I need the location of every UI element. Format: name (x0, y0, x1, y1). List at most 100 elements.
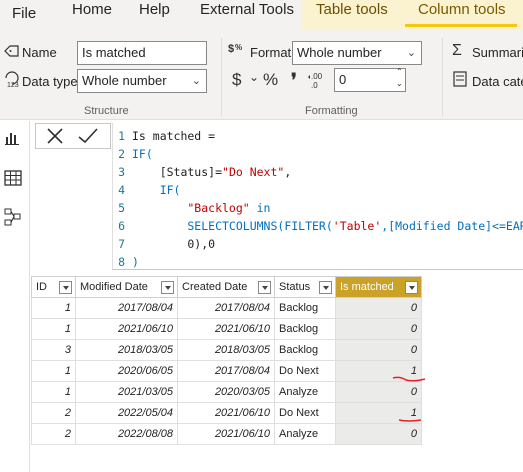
table-cell[interactable]: Analyze (274, 381, 336, 403)
table-cell[interactable]: Do Next (274, 402, 336, 424)
table-cell[interactable]: 2017/08/04 (177, 360, 275, 382)
active-tab-indicator (405, 24, 517, 27)
line-number: 8 (118, 255, 125, 269)
filter-dropdown-icon[interactable] (405, 281, 418, 294)
data-category-label[interactable]: Data cate (472, 74, 523, 89)
table-cell[interactable]: Do Next (274, 360, 336, 382)
table-cell[interactable]: 2021/06/10 (177, 423, 275, 445)
svg-text:%: % (235, 43, 242, 52)
table-cell[interactable]: Backlog (274, 297, 336, 319)
tab-table-tools[interactable]: Table tools (316, 0, 388, 24)
table-cell[interactable]: 0 (335, 339, 422, 361)
table-cell[interactable]: 2021/03/05 (75, 381, 178, 403)
format-select[interactable]: Whole number ⌄ (292, 41, 422, 65)
table-cell[interactable]: Analyze (274, 423, 336, 445)
ribbon-separator (221, 38, 222, 116)
formula-line: 5 "Backlog" in (113, 199, 523, 217)
column-header-label: Status (279, 281, 311, 293)
formula-line: 3 [Status]="Do Next", (113, 163, 523, 181)
tag-icon (4, 44, 20, 61)
spinner-down-icon[interactable]: ⌄ (396, 78, 403, 90)
table-cell[interactable]: 0 (335, 297, 422, 319)
column-header-status[interactable]: Status (274, 276, 336, 298)
table-header-row: ID Modified Date Created Date Status Is … (31, 276, 422, 298)
table-cell[interactable]: 0 (335, 381, 422, 403)
table-cell[interactable]: 2021/06/10 (177, 402, 275, 424)
currency-icon[interactable]: $ (232, 70, 241, 90)
table-cell[interactable]: 2022/05/04 (75, 402, 178, 424)
table-cell[interactable]: 2017/08/04 (75, 297, 178, 319)
tab-column-tools[interactable]: Column tools (418, 0, 506, 24)
line-number: 7 (118, 237, 125, 251)
table-cell[interactable]: 2 (31, 402, 76, 424)
formula-token: IF( (132, 183, 181, 197)
table-row: 2 2022/05/04 2021/06/10 Do Next 1 (31, 402, 422, 424)
filter-dropdown-icon[interactable] (59, 281, 72, 294)
tab-help[interactable]: Help (139, 0, 170, 24)
red-underline-annotation (398, 419, 422, 422)
formula-bar-border (112, 269, 523, 270)
model-view-icon[interactable] (4, 208, 22, 229)
line-number: 6 (118, 219, 125, 233)
table-cell[interactable]: 2 (31, 423, 76, 445)
name-input[interactable]: Is matched (77, 41, 207, 65)
report-view-icon[interactable] (4, 130, 20, 149)
formula-line: 6 SELECTCOLUMNS(FILTER('Table',[Modified… (113, 217, 523, 235)
data-type-value: Whole number (82, 73, 167, 88)
column-header-label: Created Date (182, 281, 248, 293)
column-header-created-date[interactable]: Created Date (177, 276, 275, 298)
table-cell[interactable]: 1 (31, 381, 76, 403)
cancel-icon[interactable] (45, 126, 65, 149)
formula-token: 0),0 (132, 237, 216, 251)
percent-icon[interactable]: % (263, 70, 278, 90)
table-cell[interactable]: 0 (335, 318, 422, 340)
summarization-label[interactable]: Summariz (472, 45, 523, 60)
column-header-modified-date[interactable]: Modified Date (75, 276, 178, 298)
table-cell[interactable]: 2021/06/10 (75, 318, 178, 340)
commit-icon[interactable] (77, 126, 99, 149)
table-cell[interactable]: 3 (31, 339, 76, 361)
table-cell[interactable]: 2018/03/05 (177, 339, 275, 361)
table-cell[interactable]: 2022/08/08 (75, 423, 178, 445)
tab-home[interactable]: Home (72, 0, 112, 24)
formatting-group-label: Formatting (305, 105, 358, 117)
red-underline-annotation (392, 376, 426, 382)
table-cell[interactable]: 2018/03/05 (75, 339, 178, 361)
table-cell[interactable]: 0 (335, 423, 422, 445)
filter-dropdown-icon[interactable] (161, 281, 174, 294)
table-cell[interactable]: 2017/08/04 (177, 297, 275, 319)
formula-token: 'Table' (332, 219, 382, 233)
table-cell[interactable]: 2020/03/05 (177, 381, 275, 403)
column-header-is-matched[interactable]: Is matched (335, 276, 422, 298)
table-cell[interactable]: Backlog (274, 339, 336, 361)
name-label: Name (22, 45, 57, 60)
filter-dropdown-icon[interactable] (258, 281, 271, 294)
data-type-select[interactable]: Whole number ⌄ (77, 69, 207, 93)
spinner-up-icon[interactable]: ⌃ (396, 66, 403, 78)
table-cell[interactable]: 1 (31, 297, 76, 319)
data-category-icon (453, 71, 467, 90)
formula-token: ) (132, 255, 139, 269)
formula-token: Is matched = (132, 129, 216, 143)
structure-group-label: Structure (84, 105, 129, 117)
table-cell[interactable]: 2020/06/05 (75, 360, 178, 382)
summation-icon: Σ (452, 42, 462, 59)
formula-token: IF( (132, 147, 153, 161)
table-cell[interactable]: 2021/06/10 (177, 318, 275, 340)
data-view-icon[interactable] (4, 170, 22, 189)
format-icon: $% (228, 41, 246, 62)
filter-dropdown-icon[interactable] (319, 281, 332, 294)
line-number: 3 (118, 165, 125, 179)
comma-icon[interactable]: ❜ (291, 70, 297, 91)
table-row: 2 2022/08/08 2021/06/10 Analyze 0 (31, 423, 422, 445)
decimal-places-icon[interactable]: .00.0 (307, 71, 329, 92)
chevron-down-icon[interactable]: ⌄ (249, 70, 259, 84)
data-type-label: Data type (22, 74, 78, 89)
table-cell[interactable]: Backlog (274, 318, 336, 340)
table-cell[interactable]: 1 (31, 360, 76, 382)
formula-editor[interactable]: 1 Is matched = 2 IF(3 [Status]="Do Next", 4 … (112, 123, 523, 269)
table-cell[interactable]: 1 (31, 318, 76, 340)
tab-file[interactable]: File (12, 4, 36, 28)
tab-external-tools[interactable]: External Tools (200, 0, 294, 24)
column-header-id[interactable]: ID (31, 276, 76, 298)
